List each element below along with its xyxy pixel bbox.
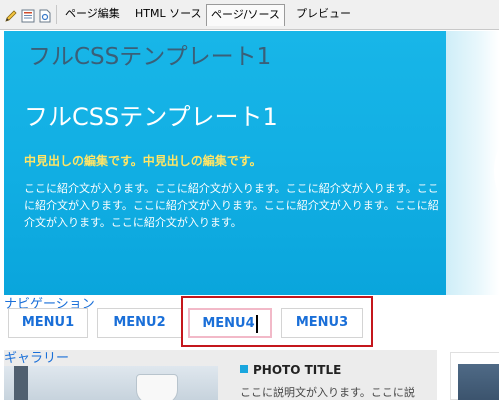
page-view-icon[interactable]: [38, 8, 52, 23]
menu-item-label: MENU2: [113, 315, 166, 330]
hero-description[interactable]: ここに紹介文が入ります。ここに紹介文が入ります。ここに紹介文が入ります。ここに紹…: [24, 180, 440, 231]
tab-page-edit[interactable]: ページ編集: [61, 4, 124, 24]
gallery-heading[interactable]: ギャラリー: [4, 351, 69, 367]
tab-html-source[interactable]: HTML ソース: [131, 4, 206, 24]
gallery-photo[interactable]: [4, 366, 218, 400]
site-title[interactable]: フルCSSテンプレート1: [28, 37, 271, 71]
toolbar-separator: [56, 5, 57, 24]
hero-banner: フルCSSテンプレート1 フルCSSテンプレート1 中見出しの編集です。中見出し…: [4, 31, 446, 295]
selection-highlight: [181, 296, 373, 347]
menu-item-label: MENU1: [21, 315, 75, 330]
pencil-icon[interactable]: [4, 8, 18, 22]
gallery-card-right[interactable]: [450, 352, 499, 400]
title-bullet-icon: [240, 365, 248, 373]
hero-title[interactable]: フルCSSテンプレート1: [24, 97, 278, 132]
hero-subheading[interactable]: 中見出しの編集です。中見出しの編集です。: [24, 152, 262, 169]
tab-page-source[interactable]: ページ/ソース: [206, 4, 285, 26]
photo-description[interactable]: ここに説明文が入ります。ここに説: [240, 385, 432, 400]
hero-side-image: [446, 31, 499, 295]
tab-preview[interactable]: プレビュー: [292, 4, 355, 24]
editor-toolbar: ページ編集 HTML ソース ページ/ソース プレビュー: [0, 0, 499, 30]
photo-shadow: [14, 366, 28, 400]
page-list-icon[interactable]: [21, 8, 35, 23]
menu-item-2[interactable]: MENU2: [97, 308, 182, 338]
hero-decoration: [494, 136, 499, 206]
photo-cup: [136, 374, 178, 400]
photo-title[interactable]: PHOTO TITLE: [253, 363, 341, 377]
menu-item-1[interactable]: MENU1: [8, 308, 88, 338]
gallery-card-image: [458, 364, 499, 400]
page-header: フルCSSテンプレート1 フルCSSテンプレート1 中見出しの編集です。中見出し…: [0, 31, 499, 295]
